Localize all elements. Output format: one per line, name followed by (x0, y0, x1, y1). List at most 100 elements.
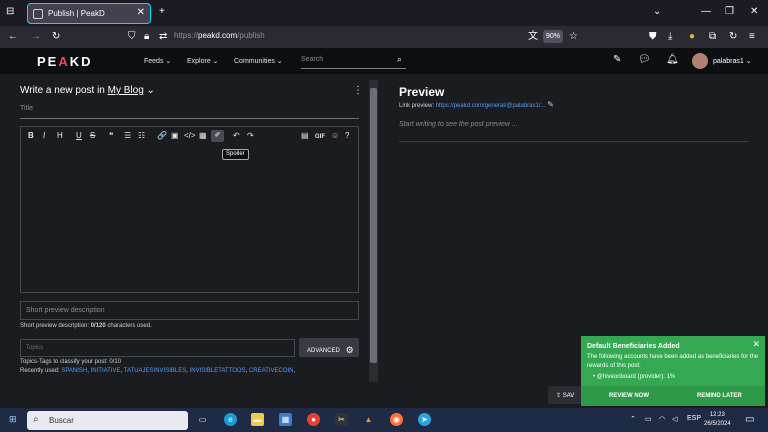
logo-text-accent: A (58, 54, 70, 69)
description-input[interactable]: Short preview description (20, 301, 359, 320)
recent-tag[interactable]: SPANISH (61, 368, 87, 374)
gif-button[interactable]: GIF (315, 132, 325, 142)
url-bar[interactable]: https://peakd.com/publish (174, 31, 265, 40)
code-button[interactable]: </> (184, 131, 196, 141)
taskbar-search[interactable]: ⌕ Buscar (27, 411, 188, 430)
restore-icon[interactable]: ❐ (725, 5, 734, 19)
editor-scrollbar-thumb[interactable] (370, 88, 377, 363)
windows-start-icon[interactable]: ⊞ (9, 414, 17, 425)
new-tab-icon[interactable]: + (159, 5, 165, 19)
notification-item: • @hiveonboard (provider): 1% (593, 374, 676, 380)
permissions-icon[interactable]: ⇄ (159, 30, 167, 44)
recent-tag[interactable]: INVISIBLETATTOOS (190, 368, 246, 374)
tab-publish[interactable]: Publish | PeakD ✕ (27, 3, 151, 24)
unordered-list-button[interactable]: ☷ (138, 131, 145, 141)
menu-feeds[interactable]: Feeds ⌄ (144, 57, 171, 65)
bold-button[interactable]: B (28, 131, 34, 141)
recent-tag[interactable]: TATUAJESINVISIBLES (124, 368, 186, 374)
volume-icon[interactable]: ◁ (672, 415, 677, 423)
spoiler-button[interactable]: ✐ (211, 130, 224, 142)
recent-tag[interactable]: CREATIVECOIN (249, 368, 294, 374)
peakd-logo[interactable]: PEAKD (37, 54, 93, 69)
bookmark-star-icon[interactable]: ☆ (569, 30, 578, 44)
vlc-icon[interactable]: ▲ (362, 413, 375, 426)
advanced-label: ADVANCED (307, 348, 340, 354)
menu-explore[interactable]: Explore ⌄ (187, 57, 219, 65)
task-view-icon[interactable]: ▭ (196, 413, 209, 426)
preview-divider (399, 141, 748, 142)
notifications-icon[interactable]: ▭ (745, 414, 754, 425)
back-icon[interactable]: ← (8, 30, 18, 44)
quote-button[interactable]: ❝ (109, 131, 113, 141)
username[interactable]: palabras1 ⌄ (713, 57, 752, 65)
zoom-level[interactable]: 90% (543, 30, 563, 43)
browser-navbar: ← → ↻ ⛉ 🔒︎ ⇄ https://peakd.com/publish 文… (0, 26, 768, 48)
chrome-icon[interactable]: ● (307, 413, 320, 426)
search-icon[interactable]: ⌕ (397, 54, 402, 65)
extension-icon[interactable]: ● (689, 30, 695, 44)
language-indicator[interactable]: ESP (687, 415, 701, 422)
table-button[interactable]: ▦ (199, 131, 207, 141)
extensions-puzzle-icon[interactable]: ⧉ (709, 30, 716, 44)
sync-icon[interactable]: ↻ (729, 30, 737, 44)
clock[interactable]: 12:23 26/5/2024 (704, 411, 731, 429)
close-icon[interactable]: ✕ (752, 339, 760, 350)
capcut-icon[interactable]: ✂ (335, 413, 348, 426)
italic-button[interactable]: I (43, 131, 45, 141)
blog-selector[interactable]: My Blog (108, 85, 144, 96)
template-button[interactable]: ▤ (301, 131, 309, 141)
store-icon[interactable]: ▦ (279, 413, 292, 426)
preview-title: Preview (399, 85, 445, 99)
edge-icon[interactable]: e (224, 413, 237, 426)
tab-list-icon[interactable]: ⊟ (6, 5, 14, 19)
undo-button[interactable]: ↶ (233, 131, 240, 141)
forward-icon[interactable]: → (31, 30, 41, 44)
minimize-icon[interactable]: — (701, 5, 711, 19)
tab-overflow-icon[interactable]: ⌄ (653, 5, 661, 19)
close-window-icon[interactable]: ✕ (750, 5, 758, 19)
recent-tag[interactable]: INITIATIVE (91, 368, 121, 374)
wifi-icon[interactable]: ◠ (659, 415, 665, 423)
file-explorer-icon[interactable]: ▬ (251, 413, 264, 426)
tray-chevron-icon[interactable]: ⌃ (630, 415, 636, 423)
ordered-list-button[interactable]: ☰ (124, 131, 131, 141)
remind-later-button[interactable]: REMIND LATER (697, 393, 742, 399)
edit-link-icon[interactable]: ✎ (547, 100, 554, 109)
link-button[interactable]: 🔗 (157, 131, 167, 141)
chat-icon[interactable]: 💬︎ (638, 54, 651, 65)
menu-communities[interactable]: Communities ⌄ (234, 57, 283, 65)
heading-button[interactable]: H (57, 131, 63, 141)
downloads-icon[interactable]: ⤓ (668, 30, 672, 44)
strikethrough-button[interactable]: S (90, 131, 95, 141)
advanced-button[interactable]: ADVANCED ⚙ (299, 338, 359, 357)
bell-icon[interactable]: 🔔︎ (666, 54, 679, 65)
search-input[interactable]: Search ⌕ (301, 53, 406, 69)
save-button[interactable]: ⇪ SAV (548, 386, 582, 404)
shield-icon[interactable]: ⛉ (128, 30, 136, 44)
translate-icon[interactable]: 文 (528, 30, 538, 44)
spoiler-tooltip: Spoiler (222, 149, 249, 160)
reload-icon[interactable]: ↻ (52, 30, 60, 44)
link-preview-url[interactable]: https://peakd.com/general/@palabras1/... (436, 103, 546, 109)
topics-input[interactable]: Topics (20, 339, 295, 357)
underline-button[interactable]: U (76, 131, 82, 141)
emoji-button[interactable]: ☺ (331, 131, 339, 141)
close-tab-icon[interactable]: ✕ (137, 7, 145, 18)
review-now-button[interactable]: REVIEW NOW (609, 393, 649, 399)
more-options-icon[interactable]: ⋮ (353, 85, 363, 96)
network-icon[interactable]: ▭ (645, 415, 652, 423)
recent-tags: Recently used: SPANISH, INITIATIVE, TATU… (20, 368, 296, 374)
menu-icon[interactable]: ≡ (749, 30, 755, 44)
telegram-icon[interactable]: ➤ (418, 413, 431, 426)
notification-actions: REVIEW NOW REMIND LATER (581, 386, 765, 406)
body-editor[interactable]: B I H U S ❝ ☰ ☷ 🔗 ▣ </> ▦ ✐ ↶ ↷ ▤ GIF ☺ … (20, 126, 359, 293)
avatar[interactable] (692, 53, 708, 69)
edit-pencil-icon[interactable]: ✎ (613, 54, 621, 65)
redo-button[interactable]: ↷ (247, 131, 254, 141)
help-button[interactable]: ? (345, 131, 349, 141)
firefox-icon[interactable]: ◉ (390, 413, 403, 426)
pocket-icon[interactable]: ⛊ (649, 30, 657, 44)
title-input[interactable]: Title (20, 105, 359, 119)
lock-icon[interactable]: 🔒︎ (144, 30, 149, 44)
image-button[interactable]: ▣ (171, 131, 179, 141)
